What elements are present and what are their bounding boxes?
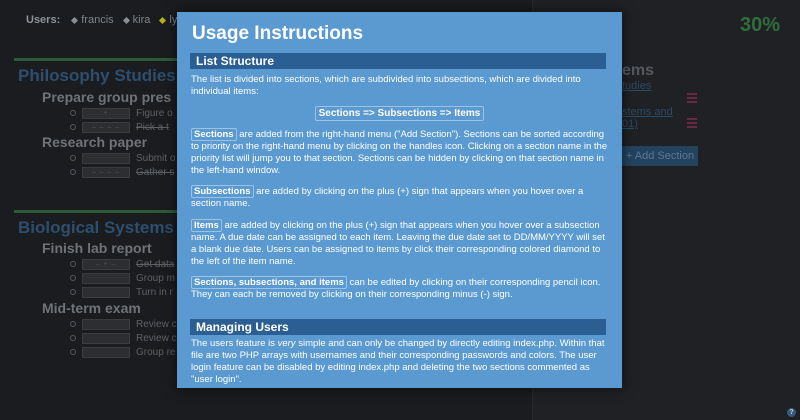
priority-link-philosophy[interactable]: tudies bbox=[622, 80, 651, 92]
list-item[interactable]: – – – – Pick a t bbox=[70, 121, 169, 133]
priority-link-biological[interactable]: stems and bbox=[622, 106, 673, 118]
list-item[interactable]: – – – – Gather s bbox=[70, 166, 174, 178]
user-diamond-icon[interactable] bbox=[122, 16, 130, 24]
list-structure-heading: List Structure bbox=[190, 53, 606, 69]
subsection-title[interactable]: Prepare group pres bbox=[42, 89, 171, 105]
keyword-sections: Sections bbox=[191, 128, 237, 141]
handles-icon[interactable] bbox=[687, 93, 697, 105]
list-item[interactable]: Submit o bbox=[70, 152, 175, 164]
item-text: Gather s bbox=[136, 166, 175, 178]
list-item[interactable]: – + – Get data bbox=[70, 258, 174, 270]
bullet-icon bbox=[70, 169, 76, 175]
bullet-icon bbox=[70, 110, 76, 116]
list-item[interactable]: Review c bbox=[70, 318, 177, 330]
priority-heading: ems bbox=[622, 62, 655, 79]
bullet-icon bbox=[70, 155, 76, 161]
due-date-field[interactable]: + bbox=[82, 107, 130, 119]
user-kira[interactable]: kira bbox=[122, 14, 151, 26]
users-text-a: The users feature is bbox=[191, 338, 278, 349]
progress-percent: 30% bbox=[740, 14, 781, 36]
due-date-field[interactable] bbox=[82, 332, 130, 344]
user-francis[interactable]: francis bbox=[71, 14, 114, 26]
help-icon[interactable]: ? bbox=[787, 408, 796, 417]
usage-instructions-modal: Usage Instructions List Structure The li… bbox=[177, 12, 622, 388]
bullet-icon bbox=[70, 275, 76, 281]
list-item[interactable]: Group re bbox=[70, 346, 175, 358]
item-text: Get data bbox=[136, 258, 175, 270]
section-divider bbox=[14, 58, 178, 61]
list-item[interactable]: Review c bbox=[70, 332, 177, 344]
subsections-paragraph: Subsections are added by clicking on the… bbox=[191, 185, 609, 210]
edit-paragraph: Sections, subsections, and items can be … bbox=[191, 276, 609, 301]
due-date-field[interactable] bbox=[82, 318, 130, 330]
bullet-icon bbox=[70, 321, 76, 327]
bullet-icon bbox=[70, 335, 76, 341]
items-paragraph: Items are added by clicking on the plus … bbox=[191, 219, 609, 268]
bullet-icon bbox=[70, 289, 76, 295]
bullet-icon bbox=[70, 261, 76, 267]
item-text: Pick a t bbox=[136, 121, 169, 133]
list-item[interactable]: Group m bbox=[70, 272, 175, 284]
item-text: Review c bbox=[136, 318, 177, 330]
bullet-icon bbox=[70, 349, 76, 355]
user-diamond-icon[interactable] bbox=[71, 16, 79, 24]
bullet-icon bbox=[70, 124, 76, 130]
users-text-emphasis: very bbox=[277, 338, 296, 349]
subsection-title[interactable]: Research paper bbox=[42, 134, 147, 150]
due-date-field[interactable] bbox=[82, 272, 130, 284]
handles-icon[interactable] bbox=[687, 118, 697, 130]
item-text: Group re bbox=[136, 346, 176, 358]
keyword-edit: Sections, subsections, and items bbox=[191, 276, 347, 289]
due-date-field[interactable] bbox=[82, 286, 130, 298]
managing-users-heading: Managing Users bbox=[190, 319, 606, 335]
hierarchy-formula: Sections => Subsections => Items bbox=[177, 106, 622, 121]
due-date-field[interactable]: – – – – bbox=[82, 121, 130, 133]
item-text: Figure o bbox=[136, 107, 173, 119]
due-date-field[interactable]: – + – bbox=[82, 258, 130, 270]
users-bar: Users: francis kira lyo bbox=[26, 14, 183, 26]
formula-text: Sections => Subsections => Items bbox=[314, 106, 485, 121]
user-name: kira bbox=[132, 14, 151, 26]
sections-text: are added from the right-hand menu ("Add… bbox=[191, 129, 608, 176]
users-label: Users: bbox=[26, 14, 61, 26]
add-section-button[interactable]: + Add Section bbox=[622, 146, 698, 166]
sections-paragraph: Sections are added from the right-hand m… bbox=[191, 128, 609, 177]
list-item[interactable]: + Figure o bbox=[70, 107, 173, 119]
keyword-subsections: Subsections bbox=[191, 185, 254, 198]
section-title-philosophy[interactable]: Philosophy Studies bbox=[18, 66, 176, 86]
items-text: are added by clicking on the plus (+) si… bbox=[191, 220, 605, 267]
due-date-field[interactable] bbox=[82, 346, 130, 358]
priority-link-biological-2[interactable]: 01) bbox=[622, 118, 638, 130]
due-date-field[interactable]: – – – – bbox=[82, 166, 130, 178]
user-diamond-icon[interactable] bbox=[159, 16, 167, 24]
modal-title: Usage Instructions bbox=[192, 23, 364, 44]
subsection-title[interactable]: Finish lab report bbox=[42, 240, 152, 256]
item-text: Submit o bbox=[136, 152, 176, 164]
list-item[interactable]: Turn in r bbox=[70, 286, 173, 298]
item-text: Group m bbox=[136, 272, 175, 284]
subsection-title[interactable]: Mid-term exam bbox=[42, 300, 141, 316]
section-title-biological[interactable]: Biological Systems bbox=[18, 218, 174, 238]
item-text: Turn in r bbox=[136, 286, 173, 298]
section-divider bbox=[14, 210, 178, 213]
due-date-field[interactable] bbox=[82, 152, 130, 164]
item-text: Review c bbox=[136, 332, 177, 344]
user-name: francis bbox=[81, 14, 114, 26]
list-structure-intro: The list is divided into sections, which… bbox=[191, 74, 581, 97]
managing-users-paragraph: The users feature is very simple and can… bbox=[191, 338, 609, 386]
keyword-items: Items bbox=[191, 219, 222, 232]
